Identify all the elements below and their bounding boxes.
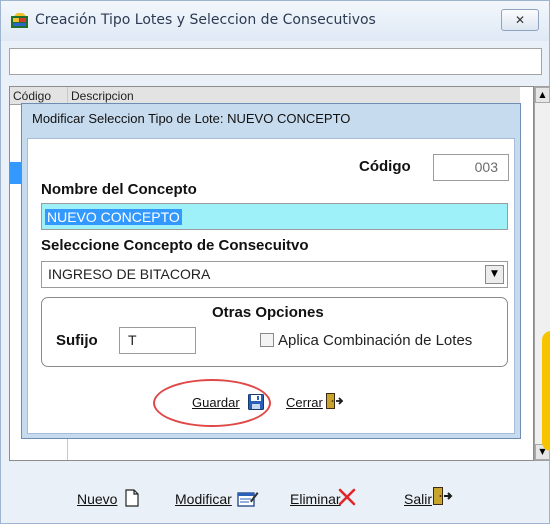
codigo-label: Código — [359, 158, 411, 175]
sufijo-label: Sufijo — [56, 332, 98, 349]
otras-opciones-title: Otras Opciones — [212, 304, 324, 321]
delete-x-icon[interactable] — [338, 488, 356, 506]
otras-opciones-group: Otras Opciones Sufijo T Aplica Combinaci… — [41, 297, 508, 367]
nombre-field[interactable]: NUEVO CONCEPTO — [41, 203, 508, 230]
cerrar-button[interactable]: Cerrar — [286, 395, 323, 410]
exit-door-icon[interactable] — [432, 486, 454, 506]
sufijo-field[interactable]: T — [119, 327, 196, 354]
dialog-body: Código 003 Nombre del Concepto NUEVO CON… — [27, 138, 515, 434]
salir-button[interactable]: Salir — [404, 491, 432, 507]
window-title: Creación Tipo Lotes y Seleccion de Conse… — [35, 12, 376, 28]
background-accent — [542, 331, 550, 451]
concepto-label: Seleccione Concepto de Consecuitvo — [41, 237, 309, 254]
lots-app-icon — [11, 13, 28, 28]
concepto-selected-value: INGRESO DE BITACORA — [48, 266, 211, 282]
eliminar-button[interactable]: Eliminar — [290, 491, 341, 507]
close-window-button[interactable]: ✕ — [501, 9, 539, 31]
column-header-codigo[interactable]: Código — [13, 89, 51, 103]
nombre-value: NUEVO CONCEPTO — [45, 209, 182, 225]
concepto-select[interactable]: INGRESO DE BITACORA ▼ — [41, 261, 508, 288]
modify-lot-dialog: Modificar Seleccion Tipo de Lote: NUEVO … — [21, 103, 521, 439]
main-window: Creación Tipo Lotes y Seleccion de Conse… — [0, 0, 550, 524]
scroll-up-button[interactable]: ▲ — [535, 87, 550, 103]
title-bar: Creación Tipo Lotes y Seleccion de Conse… — [1, 1, 549, 41]
edit-form-icon[interactable] — [237, 489, 259, 507]
dialog-title: Modificar Seleccion Tipo de Lote: NUEVO … — [32, 111, 351, 126]
guardar-button[interactable]: Guardar — [192, 395, 240, 410]
exit-door-icon[interactable] — [325, 392, 345, 410]
aplica-combinacion-checkbox[interactable] — [260, 333, 274, 347]
aplica-combinacion-label: Aplica Combinación de Lotes — [278, 332, 473, 349]
codigo-field[interactable]: 003 — [433, 154, 509, 181]
save-icon[interactable] — [248, 394, 264, 410]
modificar-button[interactable]: Modificar — [175, 491, 232, 507]
new-document-icon[interactable] — [125, 489, 139, 507]
nombre-label: Nombre del Concepto — [41, 181, 197, 198]
nuevo-button[interactable]: Nuevo — [77, 491, 117, 507]
filter-field[interactable] — [9, 48, 542, 75]
column-header-descripcion[interactable]: Descripcion — [71, 89, 134, 103]
chevron-down-icon[interactable]: ▼ — [485, 265, 504, 284]
